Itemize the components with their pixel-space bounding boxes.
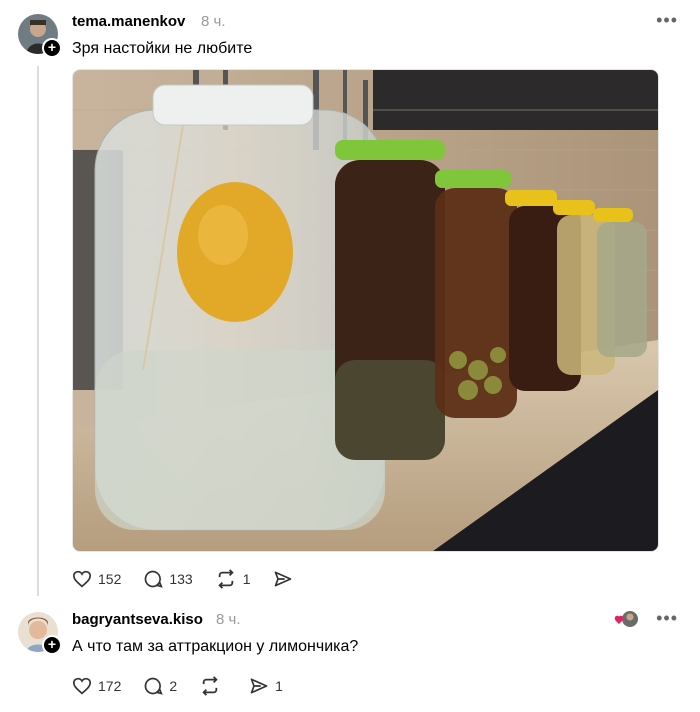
comment-count: 133 [169, 571, 193, 587]
post-time: 8 ч. [201, 13, 226, 30]
like-count: 172 [98, 678, 122, 694]
share-button[interactable] [273, 569, 299, 589]
repost-icon [202, 676, 218, 696]
follow-plus-icon[interactable]: + [42, 635, 62, 655]
like-button[interactable]: 172 [72, 677, 121, 695]
repost-button[interactable] [199, 676, 227, 696]
share-count: 1 [275, 678, 283, 694]
comment-icon [144, 570, 164, 588]
post-1: + tema.manenkov 8 ч. ••• Зря настойки не… [0, 0, 700, 600]
more-icon[interactable]: ••• [656, 10, 678, 31]
heart-icon [72, 677, 92, 695]
comment-button[interactable]: 133 [143, 569, 193, 589]
share-button[interactable]: 1 [249, 676, 283, 696]
comment-icon [144, 677, 164, 695]
thread-line [37, 66, 39, 596]
heart-icon [72, 570, 92, 588]
post-author[interactable]: tema.manenkov [72, 13, 185, 30]
like-count: 152 [98, 571, 122, 587]
repost-count: 1 [242, 571, 251, 587]
post-2: + bagryantseva.kiso 8 ч. ••• А что там з… [0, 600, 700, 712]
send-icon [250, 678, 268, 694]
comment-actions: 172 2 1 [72, 676, 305, 696]
comment-count: 2 [169, 678, 178, 694]
liked-by-author-badge [614, 610, 638, 630]
send-icon [274, 571, 291, 587]
post-photo[interactable] [72, 69, 659, 552]
comment-text: А что там за аттракцион у лимончика? [72, 638, 359, 655]
comment-author[interactable]: bagryantseva.kiso [72, 611, 203, 628]
comment-time: 8 ч. [216, 611, 241, 628]
like-button[interactable]: 152 [72, 570, 121, 588]
comment-button[interactable]: 2 [143, 676, 177, 696]
post-text: Зря настойки не любите [72, 40, 253, 57]
more-icon[interactable]: ••• [656, 608, 678, 629]
follow-plus-icon[interactable]: + [42, 38, 62, 58]
post-actions: 152 133 1 [72, 569, 321, 589]
repost-button[interactable]: 1 [215, 569, 251, 589]
repost-icon [218, 569, 234, 589]
